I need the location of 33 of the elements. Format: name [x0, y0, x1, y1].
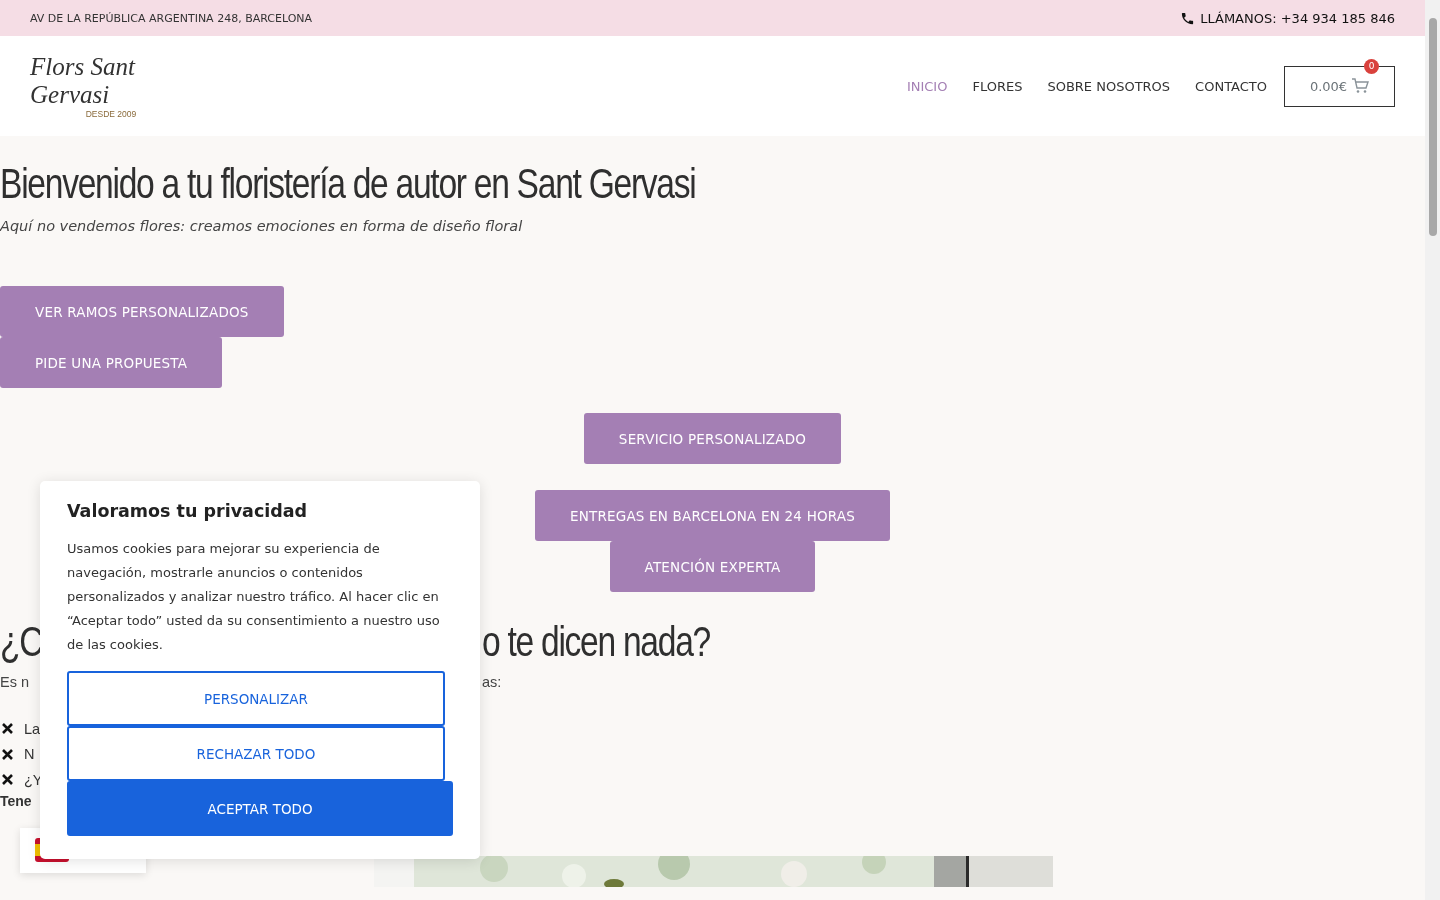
feature-button[interactable]: ENTREGAS EN BARCELONA EN 24 HORAS — [534, 490, 891, 541]
dialog-text: Usamos cookies para mejorar su experiencia de navegación, mostrarle anuncios o contenidos personalizados y analizar nuestro tráfico. Al hacer clic en “Aceptar todo” usted da su consentimiento a nuestro uso de las cookies. — [67, 540, 441, 654]
cart-icon — [1351, 78, 1370, 94]
cta-button[interactable]: PIDE UNA PROPUESTA — [0, 337, 223, 388]
intro-text: as: — [482, 674, 503, 690]
nav-link[interactable]: CONTACTO — [1195, 78, 1267, 94]
nav-link[interactable]: INICIO — [906, 78, 948, 94]
section-heading: ¿C — [0, 617, 43, 667]
dialog-title: Valoramos tu privacidad — [67, 501, 309, 521]
consent-button[interactable]: PERSONALIZAR — [67, 671, 445, 726]
consent-button[interactable]: ACEPTAR TODO — [67, 781, 453, 836]
list-item-text: N — [24, 746, 35, 763]
cart-count-badge: 0 — [1364, 58, 1379, 74]
nav-link[interactable]: SOBRE NOSOTROS — [1047, 78, 1171, 94]
scrollbar[interactable] — [1425, 0, 1440, 900]
nav-link[interactable]: FLORES — [972, 78, 1023, 94]
section-heading: o te dicen nada? — [482, 617, 710, 667]
feature-button[interactable]: SERVICIO PERSONALIZADO — [583, 413, 842, 464]
cross-icon — [2, 723, 13, 735]
cross-icon — [2, 774, 13, 786]
intro-text: Es n — [0, 674, 30, 690]
logo-tagline: DESDE 2009 — [85, 109, 137, 119]
hero-subtitle: Aquí no vendemos flores: creamos emociones en forma de diseño floral — [0, 218, 524, 234]
address-text: AV DE LA REPÚBLICA ARGENTINA 248, BARCELONA — [30, 11, 313, 25]
phone-icon — [1180, 10, 1196, 26]
logo-text[interactable]: Flors Sant Gervasi — [30, 53, 192, 109]
phone-link[interactable]: LLÁMANOS: +34 934 185 846 — [1200, 10, 1395, 26]
feature-button[interactable]: ATENCIÓN EXPERTA — [609, 541, 816, 592]
cta-button[interactable]: VER RAMOS PERSONALIZADOS — [0, 286, 284, 337]
hero-title: Bienvenido a tu floristería de autor en Sant Gervasi — [0, 159, 697, 209]
cross-icon — [2, 748, 13, 760]
list-item-text: La — [24, 720, 41, 737]
consent-button[interactable]: RECHAZAR TODO — [67, 726, 445, 781]
